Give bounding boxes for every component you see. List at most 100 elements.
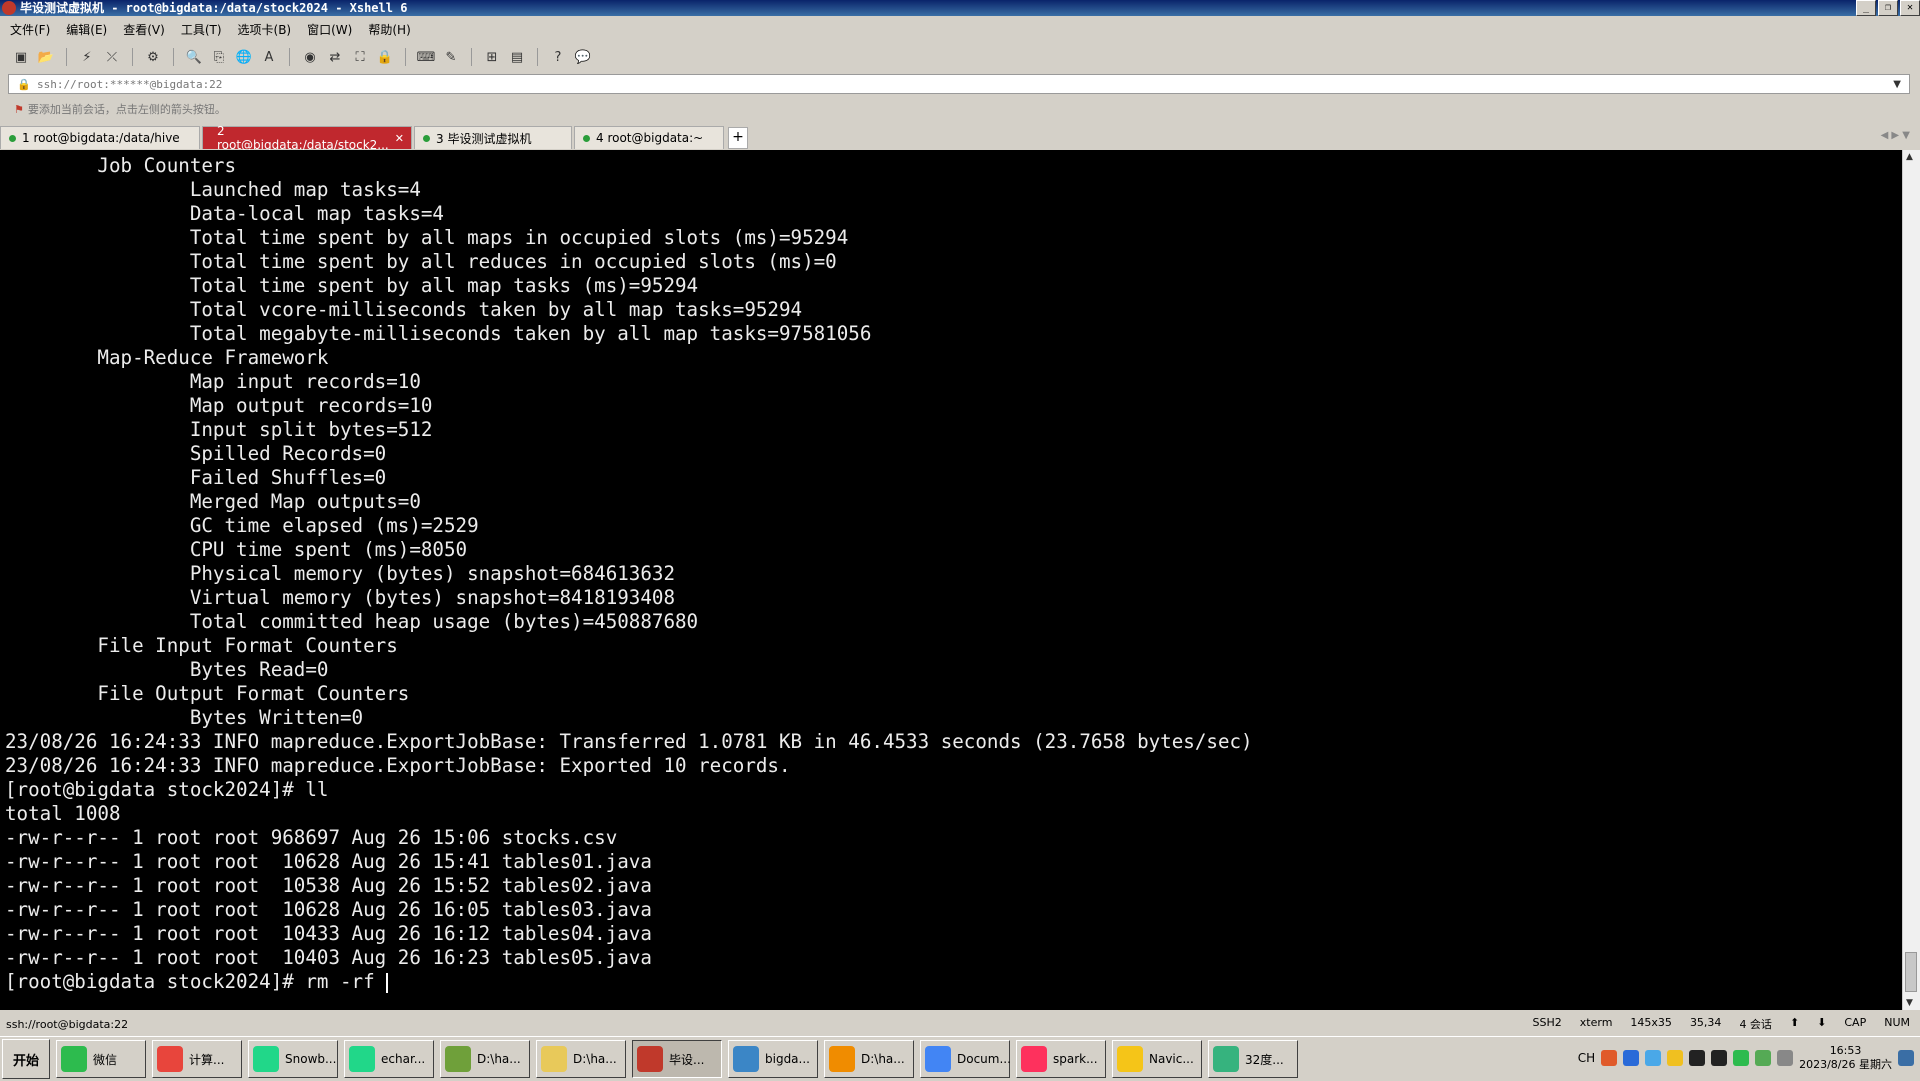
qq-icon[interactable]: [1689, 1050, 1706, 1066]
terminal-line: Merged Map outputs=0: [5, 490, 421, 513]
transfer-icon[interactable]: ⇄: [326, 48, 344, 66]
ime-indicator[interactable]: CH: [1578, 1051, 1595, 1065]
taskbar-item[interactable]: D:\ha...: [536, 1040, 626, 1078]
keyboard-icon[interactable]: ⌨: [417, 48, 436, 66]
ime-sogou-icon[interactable]: [1601, 1050, 1618, 1066]
taskbar: 开始 微信 计算... Snowb... echar... D:\ha... D:\ha.…: [0, 1036, 1920, 1081]
compose-icon[interactable]: ✎: [442, 48, 460, 66]
menu-bar: 文件(F) 编辑(E) 查看(V) 工具(T) 选项卡(B) 窗口(W) 帮助(…: [0, 18, 1920, 40]
maximize-button[interactable]: ❐: [1878, 0, 1898, 16]
taskbar-item-label: 毕设...: [669, 1052, 705, 1067]
menu-tabs[interactable]: 选项卡(B): [238, 21, 292, 38]
tab-session-3[interactable]: 3 毕设测试虚拟机: [414, 126, 572, 149]
properties-icon[interactable]: ⚙: [144, 48, 162, 66]
help-icon[interactable]: ?: [549, 48, 567, 66]
close-tab-icon[interactable]: ✕: [395, 132, 404, 145]
terminal-line: CPU time spent (ms)=8050: [5, 538, 468, 561]
connected-status-icon: [423, 134, 430, 142]
scroll-thumb[interactable]: [1905, 952, 1917, 992]
lock-icon[interactable]: 🔒: [376, 48, 394, 66]
session-tabs: 1 root@bigdata:/data/hive 2 root@bigdata…: [0, 124, 1920, 152]
qq-icon[interactable]: [1711, 1050, 1728, 1066]
taskbar-item[interactable]: spark...: [1016, 1040, 1106, 1078]
taskbar-item[interactable]: Navic...: [1112, 1040, 1202, 1078]
menu-tools[interactable]: 工具(T): [181, 21, 222, 38]
status-sessions: 4 会话: [1739, 1018, 1772, 1031]
terminal-line: Total megabyte-milliseconds taken by all…: [5, 322, 872, 345]
add-tab-button[interactable]: +: [728, 127, 748, 149]
status-num: NUM: [1884, 1016, 1910, 1029]
scroll-down-icon[interactable]: ▼: [1906, 998, 1913, 1008]
vertical-scrollbar[interactable]: ▲ ▼: [1902, 150, 1920, 1010]
menu-help[interactable]: 帮助(H): [368, 21, 410, 38]
menu-window[interactable]: 窗口(W): [307, 21, 352, 38]
chat-icon[interactable]: 💬: [574, 48, 592, 66]
app-icon: [157, 1046, 183, 1072]
xftp-icon[interactable]: ◉: [301, 48, 319, 66]
chevron-down-icon[interactable]: ▼: [1893, 79, 1901, 90]
taskbar-item[interactable]: Snowb...: [248, 1040, 338, 1078]
taskbar-item[interactable]: 32度...: [1208, 1040, 1298, 1078]
layout-icon[interactable]: ▤: [508, 48, 526, 66]
menu-edit[interactable]: 编辑(E): [66, 21, 107, 38]
session-hint-text: 要添加当前会话，点击左侧的箭头按钮。: [27, 103, 226, 116]
fullscreen-icon[interactable]: ⛶: [351, 48, 369, 66]
disconnect-icon[interactable]: ⤫: [103, 48, 121, 66]
tab-session-4[interactable]: 4 root@bigdata:~: [574, 126, 724, 149]
taskbar-item-label: Snowb...: [285, 1052, 337, 1066]
menu-view[interactable]: 查看(V): [123, 21, 165, 38]
app-icon: [445, 1046, 471, 1072]
tab-scroll-arrows[interactable]: ◀ ▶ ▼: [1881, 130, 1910, 141]
app-icon: [1117, 1046, 1143, 1072]
window-controls: _ ❐ ✕: [1856, 0, 1920, 16]
copy-icon[interactable]: ⎘: [210, 48, 228, 66]
taskbar-item[interactable]: 毕设...: [632, 1040, 722, 1078]
terminal-line: Map input records=10: [5, 370, 421, 393]
globe-icon[interactable]: 🌐: [235, 48, 253, 66]
toolbar-separator: [132, 48, 133, 66]
volume-icon[interactable]: [1777, 1050, 1794, 1066]
start-button[interactable]: 开始: [2, 1039, 50, 1079]
taskbar-item[interactable]: D:\ha...: [440, 1040, 530, 1078]
address-bar[interactable]: 🔒 ssh://root:******@bigdata:22 ▼: [8, 74, 1910, 94]
search-icon[interactable]: 🔍: [185, 48, 203, 66]
new-tab-icon[interactable]: ⊞: [483, 48, 501, 66]
clock-date: 2023/8/26 星期六: [1799, 1058, 1892, 1071]
app-icon: [733, 1046, 759, 1072]
scroll-up-icon[interactable]: ▲: [1906, 152, 1913, 162]
tab-session-2[interactable]: 2 root@bigdata:/data/stock2... ✕: [202, 124, 412, 152]
terminal-line: Bytes Written=0: [5, 706, 364, 729]
bookmark-icon[interactable]: ⚑: [14, 103, 24, 116]
terminal-output[interactable]: Job Counters Launched map tasks=4 Data-l…: [0, 150, 1902, 1010]
toolbar-separator: [66, 48, 67, 66]
clock[interactable]: 16:53 2023/8/26 星期六: [1799, 1044, 1892, 1072]
toolbar-separator: [289, 48, 290, 66]
taskbar-item[interactable]: bigda...: [728, 1040, 818, 1078]
new-session-icon[interactable]: ▣: [12, 48, 30, 66]
font-icon[interactable]: A: [260, 48, 278, 66]
taskbar-item[interactable]: 微信: [56, 1040, 146, 1078]
down-arrow-icon[interactable]: ⬇: [1817, 1016, 1826, 1032]
terminal-line: -rw-r--r-- 1 root root 968697 Aug 26 15:…: [5, 826, 618, 849]
up-arrow-icon[interactable]: ⬆: [1790, 1016, 1799, 1032]
terminal-line: File Input Format Counters: [5, 634, 410, 657]
wechat-icon[interactable]: [1733, 1050, 1750, 1066]
taskbar-item[interactable]: D:\ha...: [824, 1040, 914, 1078]
taskbar-item[interactable]: 计算...: [152, 1040, 242, 1078]
tab-session-1[interactable]: 1 root@bigdata:/data/hive: [0, 126, 200, 149]
taskbar-item[interactable]: echar...: [344, 1040, 434, 1078]
show-desktop-icon[interactable]: [1898, 1050, 1914, 1066]
cloud-icon[interactable]: [1645, 1050, 1662, 1066]
menu-file[interactable]: 文件(F): [10, 21, 50, 38]
network-icon[interactable]: [1755, 1050, 1772, 1066]
close-button[interactable]: ✕: [1900, 0, 1920, 16]
connect-icon[interactable]: ⚡: [78, 48, 96, 66]
taskbar-item[interactable]: Docum...: [920, 1040, 1011, 1078]
status-term: xterm: [1579, 1016, 1613, 1029]
open-folder-icon[interactable]: 📂: [37, 48, 55, 66]
shield-icon[interactable]: [1623, 1050, 1640, 1066]
minimize-button[interactable]: _: [1856, 0, 1876, 16]
taskbar-item-label: Docum...: [957, 1052, 1011, 1066]
app-icon: [61, 1046, 87, 1072]
qq-icon[interactable]: [1667, 1050, 1684, 1066]
